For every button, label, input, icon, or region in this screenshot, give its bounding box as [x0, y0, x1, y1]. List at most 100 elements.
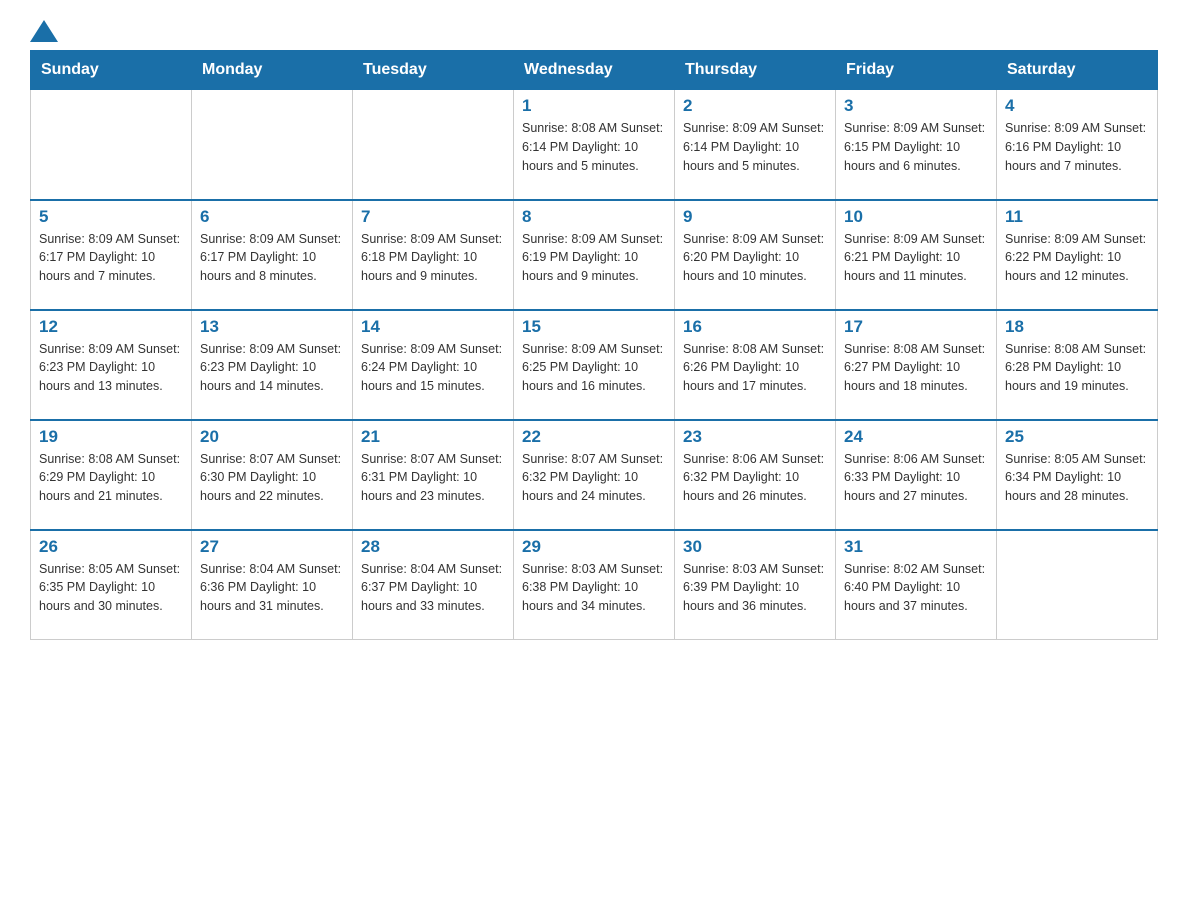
calendar-cell: 21 Sunrise: 8:07 AM Sunset: 6:31 PM Dayli… — [353, 420, 514, 530]
col-friday: Friday — [836, 51, 997, 90]
day-number: 3 — [844, 96, 988, 116]
day-number: 20 — [200, 427, 344, 447]
header-row: Sunday Monday Tuesday Wednesday Thursday… — [31, 51, 1158, 90]
day-info: Sunrise: 8:09 AM Sunset: 6:19 PM Dayligh… — [522, 230, 666, 286]
calendar-cell: 25 Sunrise: 8:05 AM Sunset: 6:34 PM Dayli… — [997, 420, 1158, 530]
calendar-cell: 22 Sunrise: 8:07 AM Sunset: 6:32 PM Dayli… — [514, 420, 675, 530]
calendar-week-2: 5Sunrise: 8:09 AM Sunset: 6:17 PM Daylig… — [31, 200, 1158, 310]
calendar-cell — [31, 90, 192, 200]
calendar-cell: 30 Sunrise: 8:03 AM Sunset: 6:39 PM Dayli… — [675, 530, 836, 640]
day-number: 19 — [39, 427, 183, 447]
day-number: 30 — [683, 537, 827, 557]
calendar-cell: 28 Sunrise: 8:04 AM Sunset: 6:37 PM Dayli… — [353, 530, 514, 640]
calendar-cell: 23 Sunrise: 8:06 AM Sunset: 6:32 PM Dayli… — [675, 420, 836, 530]
day-info: Sunrise: 8:09 AM Sunset: 6:25 PM Dayligh… — [522, 340, 666, 396]
day-info: Sunrise: 8:09 AM Sunset: 6:16 PM Dayligh… — [1005, 119, 1149, 175]
day-info: Sunrise: 8:07 AM Sunset: 6:31 PM Dayligh… — [361, 450, 505, 506]
calendar-cell — [353, 90, 514, 200]
day-info: Sunrise: 8:09 AM Sunset: 6:21 PM Dayligh… — [844, 230, 988, 286]
calendar-cell — [997, 530, 1158, 640]
day-info: Sunrise: 8:08 AM Sunset: 6:28 PM Dayligh… — [1005, 340, 1149, 396]
day-info: Sunrise: 8:07 AM Sunset: 6:30 PM Dayligh… — [200, 450, 344, 506]
calendar-week-1: 1 Sunrise: 8:08 AM Sunset: 6:14 PM Daylig… — [31, 90, 1158, 200]
day-number: 12 — [39, 317, 183, 337]
day-number: 1 — [522, 96, 666, 116]
col-wednesday: Wednesday — [514, 51, 675, 90]
day-info: Sunrise: 8:08 AM Sunset: 6:14 PM Dayligh… — [522, 119, 666, 175]
calendar-cell: 2 Sunrise: 8:09 AM Sunset: 6:14 PM Daylig… — [675, 90, 836, 200]
calendar-cell: 15 Sunrise: 8:09 AM Sunset: 6:25 PM Dayli… — [514, 310, 675, 420]
day-number: 22 — [522, 427, 666, 447]
day-number: 17 — [844, 317, 988, 337]
calendar-cell: 27Sunrise: 8:04 AM Sunset: 6:36 PM Dayli… — [192, 530, 353, 640]
calendar-cell: 1 Sunrise: 8:08 AM Sunset: 6:14 PM Daylig… — [514, 90, 675, 200]
calendar-cell: 4 Sunrise: 8:09 AM Sunset: 6:16 PM Daylig… — [997, 90, 1158, 200]
day-info: Sunrise: 8:07 AM Sunset: 6:32 PM Dayligh… — [522, 450, 666, 506]
day-info: Sunrise: 8:08 AM Sunset: 6:27 PM Dayligh… — [844, 340, 988, 396]
day-info: Sunrise: 8:05 AM Sunset: 6:34 PM Dayligh… — [1005, 450, 1149, 506]
day-info: Sunrise: 8:04 AM Sunset: 6:37 PM Dayligh… — [361, 560, 505, 616]
calendar-cell: 8 Sunrise: 8:09 AM Sunset: 6:19 PM Daylig… — [514, 200, 675, 310]
day-number: 25 — [1005, 427, 1149, 447]
calendar-cell: 13 Sunrise: 8:09 AM Sunset: 6:23 PM Dayli… — [192, 310, 353, 420]
calendar-cell: 3Sunrise: 8:09 AM Sunset: 6:15 PM Daylig… — [836, 90, 997, 200]
day-info: Sunrise: 8:03 AM Sunset: 6:38 PM Dayligh… — [522, 560, 666, 616]
day-number: 2 — [683, 96, 827, 116]
calendar-cell: 12 Sunrise: 8:09 AM Sunset: 6:23 PM Dayli… — [31, 310, 192, 420]
day-number: 16 — [683, 317, 827, 337]
day-number: 26 — [39, 537, 183, 557]
day-info: Sunrise: 8:09 AM Sunset: 6:20 PM Dayligh… — [683, 230, 827, 286]
day-info: Sunrise: 8:03 AM Sunset: 6:39 PM Dayligh… — [683, 560, 827, 616]
calendar-cell: 17 Sunrise: 8:08 AM Sunset: 6:27 PM Dayli… — [836, 310, 997, 420]
calendar-cell: 10 Sunrise: 8:09 AM Sunset: 6:21 PM Dayli… — [836, 200, 997, 310]
calendar-cell — [192, 90, 353, 200]
col-thursday: Thursday — [675, 51, 836, 90]
day-info: Sunrise: 8:09 AM Sunset: 6:24 PM Dayligh… — [361, 340, 505, 396]
day-info: Sunrise: 8:06 AM Sunset: 6:32 PM Dayligh… — [683, 450, 827, 506]
day-info: Sunrise: 8:09 AM Sunset: 6:22 PM Dayligh… — [1005, 230, 1149, 286]
day-number: 23 — [683, 427, 827, 447]
day-number: 13 — [200, 317, 344, 337]
day-info: Sunrise: 8:06 AM Sunset: 6:33 PM Dayligh… — [844, 450, 988, 506]
day-number: 21 — [361, 427, 505, 447]
col-sunday: Sunday — [31, 51, 192, 90]
calendar-cell: 24Sunrise: 8:06 AM Sunset: 6:33 PM Dayli… — [836, 420, 997, 530]
day-number: 9 — [683, 207, 827, 227]
calendar-cell: 20 Sunrise: 8:07 AM Sunset: 6:30 PM Dayli… — [192, 420, 353, 530]
day-info: Sunrise: 8:08 AM Sunset: 6:26 PM Dayligh… — [683, 340, 827, 396]
calendar-cell: 26 Sunrise: 8:05 AM Sunset: 6:35 PM Dayli… — [31, 530, 192, 640]
day-number: 14 — [361, 317, 505, 337]
day-number: 28 — [361, 537, 505, 557]
calendar-cell: 18 Sunrise: 8:08 AM Sunset: 6:28 PM Dayli… — [997, 310, 1158, 420]
calendar-table: Sunday Monday Tuesday Wednesday Thursday… — [30, 50, 1158, 640]
logo-chevron-icon — [30, 20, 58, 42]
calendar-cell: 6 Sunrise: 8:09 AM Sunset: 6:17 PM Daylig… — [192, 200, 353, 310]
day-info: Sunrise: 8:09 AM Sunset: 6:23 PM Dayligh… — [39, 340, 183, 396]
day-number: 7 — [361, 207, 505, 227]
day-number: 6 — [200, 207, 344, 227]
day-number: 15 — [522, 317, 666, 337]
day-info: Sunrise: 8:02 AM Sunset: 6:40 PM Dayligh… — [844, 560, 988, 616]
calendar-cell: 14 Sunrise: 8:09 AM Sunset: 6:24 PM Dayli… — [353, 310, 514, 420]
calendar-week-3: 12 Sunrise: 8:09 AM Sunset: 6:23 PM Dayli… — [31, 310, 1158, 420]
day-info: Sunrise: 8:09 AM Sunset: 6:14 PM Dayligh… — [683, 119, 827, 175]
calendar-cell: 7 Sunrise: 8:09 AM Sunset: 6:18 PM Daylig… — [353, 200, 514, 310]
day-number: 11 — [1005, 207, 1149, 227]
day-info: Sunrise: 8:09 AM Sunset: 6:23 PM Dayligh… — [200, 340, 344, 396]
day-number: 8 — [522, 207, 666, 227]
calendar-week-5: 26 Sunrise: 8:05 AM Sunset: 6:35 PM Dayli… — [31, 530, 1158, 640]
col-saturday: Saturday — [997, 51, 1158, 90]
day-number: 18 — [1005, 317, 1149, 337]
day-number: 29 — [522, 537, 666, 557]
calendar-cell: 11 Sunrise: 8:09 AM Sunset: 6:22 PM Dayli… — [997, 200, 1158, 310]
day-number: 4 — [1005, 96, 1149, 116]
calendar-cell: 9 Sunrise: 8:09 AM Sunset: 6:20 PM Daylig… — [675, 200, 836, 310]
day-number: 10 — [844, 207, 988, 227]
day-info: Sunrise: 8:09 AM Sunset: 6:18 PM Dayligh… — [361, 230, 505, 286]
day-info: Sunrise: 8:05 AM Sunset: 6:35 PM Dayligh… — [39, 560, 183, 616]
calendar-cell: 5Sunrise: 8:09 AM Sunset: 6:17 PM Daylig… — [31, 200, 192, 310]
day-number: 31 — [844, 537, 988, 557]
calendar-cell: 29 Sunrise: 8:03 AM Sunset: 6:38 PM Dayli… — [514, 530, 675, 640]
day-info: Sunrise: 8:09 AM Sunset: 6:17 PM Dayligh… — [200, 230, 344, 286]
col-tuesday: Tuesday — [353, 51, 514, 90]
